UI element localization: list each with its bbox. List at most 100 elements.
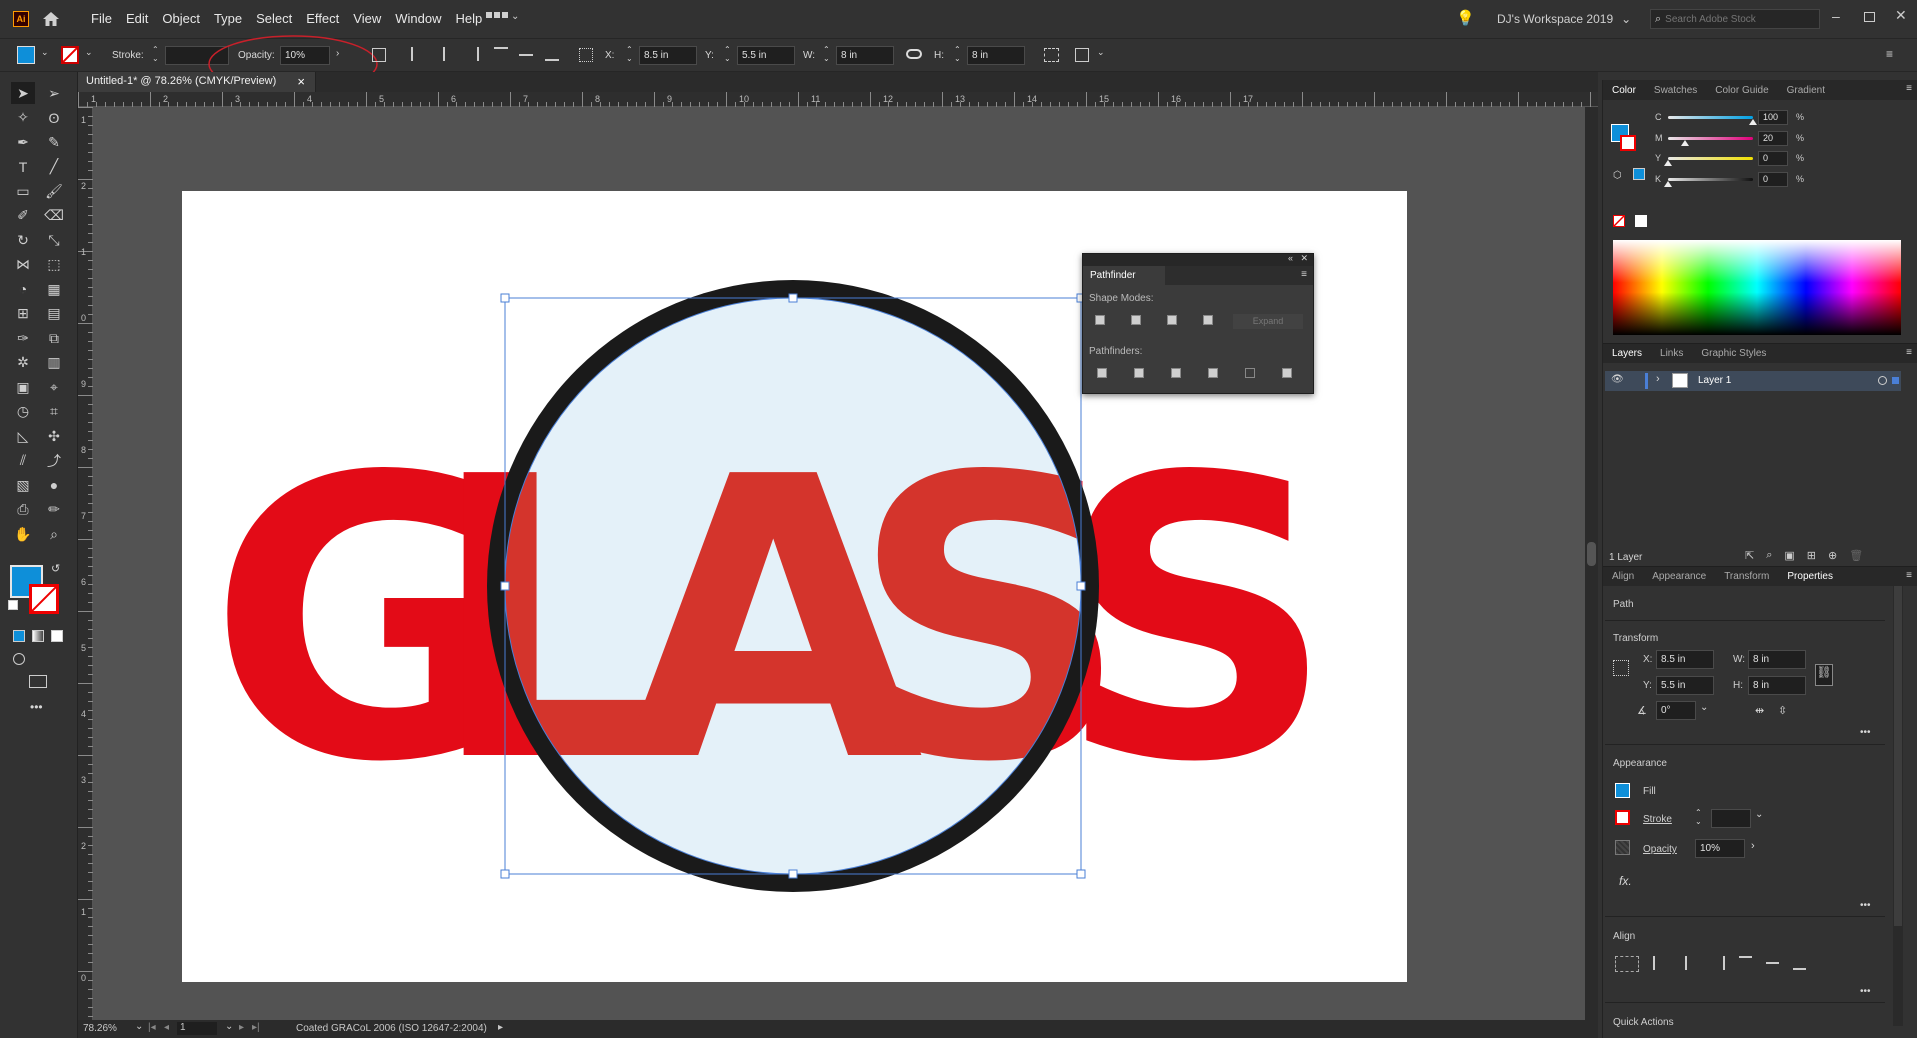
align-to-dropdown[interactable]	[1615, 956, 1639, 972]
chevron-down-icon[interactable]: ⌄	[1755, 809, 1763, 820]
chevron-down-icon[interactable]: ⌄	[1097, 47, 1105, 58]
slider-thumb[interactable]	[1749, 119, 1757, 125]
merge-button[interactable]	[1167, 364, 1185, 382]
stroke-weight-stepper[interactable]: ⌃ ⌄	[1695, 808, 1702, 826]
pathfinder-tab[interactable]: Pathfinder	[1083, 266, 1165, 285]
stroke-weight-stepper[interactable]: ⌃ ⌄	[152, 45, 159, 63]
menu-file[interactable]: File	[84, 11, 119, 26]
chart-tool-icon[interactable]: ▧	[11, 474, 35, 496]
rotate-view-tool-icon[interactable]: ◷	[11, 401, 35, 423]
draw-mode-icon[interactable]	[13, 653, 25, 665]
align-right-icon[interactable]	[465, 47, 479, 61]
white-swatch[interactable]	[1635, 215, 1647, 227]
eye-icon[interactable]: 👁	[1611, 374, 1624, 385]
slider-thumb[interactable]	[1681, 139, 1689, 146]
recolor-artwork-icon[interactable]	[372, 48, 386, 62]
channel-slider[interactable]	[1668, 177, 1753, 181]
link-icon[interactable]: ⛓	[1815, 664, 1833, 686]
symbol-sprayer-tool-icon[interactable]: ✲	[11, 352, 35, 374]
artboard-tool-icon[interactable]: ▣	[11, 376, 35, 398]
menu-select[interactable]: Select	[249, 11, 299, 26]
align-hcenter-icon[interactable]	[1685, 956, 1698, 970]
reshape-tool-icon[interactable]: ⤴	[42, 450, 66, 472]
more-options-icon[interactable]: •••	[1860, 727, 1871, 738]
y-field[interactable]: 5.5 in	[737, 46, 795, 65]
expand-button[interactable]: Expand	[1233, 314, 1303, 329]
new-layer-icon[interactable]: ⊕	[1828, 549, 1837, 562]
artwork[interactable]: GLASS GLASS	[93, 107, 1598, 1020]
close-icon[interactable]: ✕	[1300, 253, 1308, 264]
trim-button[interactable]	[1130, 364, 1148, 382]
screen-mode-icon[interactable]	[29, 675, 47, 688]
more-tools-icon[interactable]: •••	[30, 700, 43, 714]
fill-swatch[interactable]	[17, 46, 35, 64]
curvature-tool-icon[interactable]: ✎	[42, 131, 66, 153]
menu-window[interactable]: Window	[388, 11, 448, 26]
minus-back-button[interactable]	[1278, 364, 1296, 382]
panel-menu-icon[interactable]: ≡	[1906, 570, 1912, 581]
tab-properties[interactable]: Properties	[1778, 571, 1842, 582]
stroke-swatch[interactable]	[61, 46, 79, 64]
rectangle-tool-icon[interactable]: ▭	[11, 180, 35, 202]
close-button[interactable]: ✕	[1895, 7, 1907, 24]
slice-tool-icon[interactable]: ⌖	[42, 376, 66, 398]
minimize-button[interactable]: –	[1832, 8, 1840, 24]
vertical-scrollbar[interactable]	[1585, 107, 1598, 1020]
selection-tool-icon[interactable]: ➤	[11, 82, 35, 104]
color-spectrum[interactable]	[1613, 240, 1901, 335]
chevron-right-icon[interactable]: ▸	[498, 1022, 503, 1033]
pencil-tool-icon[interactable]: ✏	[42, 499, 66, 521]
prop-h-field[interactable]: 8 in	[1748, 676, 1806, 695]
document-tab[interactable]: Untitled-1* @ 78.26% (CMYK/Preview) ×	[78, 72, 316, 92]
export-icon[interactable]: ⇱	[1745, 549, 1754, 562]
clipping-mask-icon[interactable]: ▣	[1784, 549, 1794, 562]
chevron-right-icon[interactable]: ›	[1751, 840, 1755, 852]
print-tiling-tool-icon[interactable]: ⎙	[11, 499, 35, 521]
tab-appearance[interactable]: Appearance	[1643, 571, 1715, 582]
collapse-icon[interactable]: «	[1288, 253, 1293, 263]
align-bottom-icon[interactable]	[545, 47, 559, 61]
app-logo-icon[interactable]: Ai	[13, 11, 29, 27]
menu-view[interactable]: View	[346, 11, 388, 26]
stroke-weight-field[interactable]	[1711, 809, 1751, 828]
channel-slider[interactable]	[1668, 157, 1753, 160]
fill-swatch[interactable]	[1615, 783, 1630, 798]
rotate-tool-icon[interactable]: ↻	[11, 229, 35, 251]
slider-thumb[interactable]	[1664, 180, 1672, 187]
lasso-tool-icon[interactable]: ʘ	[42, 107, 66, 129]
shape-builder-tool-icon[interactable]: ◔	[11, 278, 35, 300]
panel-menu-icon[interactable]: ≡	[1906, 347, 1912, 358]
align-vcenter-icon[interactable]	[1766, 962, 1779, 976]
chevron-right-icon[interactable]: ›	[1656, 373, 1660, 385]
constrain-proportions-icon[interactable]	[906, 49, 922, 59]
channel-value-field[interactable]: 0	[1758, 171, 1788, 187]
fill-label[interactable]: Fill	[1643, 786, 1656, 797]
shear-tool-icon[interactable]: ⫽	[11, 450, 35, 472]
more-options-icon[interactable]: •••	[1860, 986, 1871, 997]
arrange-documents-icon[interactable]	[486, 12, 508, 18]
w-field[interactable]: 8 in	[836, 46, 894, 65]
exclude-button[interactable]	[1199, 311, 1217, 329]
menu-edit[interactable]: Edit	[119, 11, 155, 26]
search-input[interactable]	[1665, 13, 1806, 25]
x-stepper[interactable]: ⌃ ⌄	[626, 45, 633, 63]
type-tool-icon[interactable]: T	[11, 156, 35, 178]
none-mode-icon[interactable]	[51, 630, 63, 642]
paintbrush-tool-icon[interactable]: 🖌	[42, 180, 66, 202]
prop-w-field[interactable]: 8 in	[1748, 650, 1806, 669]
opacity-label[interactable]: Opacity	[1643, 844, 1677, 855]
tab-layers[interactable]: Layers	[1603, 348, 1651, 359]
prev-artboard-icon[interactable]: ◂	[164, 1022, 169, 1033]
stock-search[interactable]: ⌕	[1650, 9, 1820, 29]
tab-transform[interactable]: Transform	[1715, 571, 1778, 582]
align-left-icon[interactable]	[411, 47, 425, 61]
column-graph-tool-icon[interactable]: ▥	[42, 352, 66, 374]
rotation-field[interactable]: 0°	[1656, 701, 1696, 720]
pathfinder-titlebar[interactable]: « ✕	[1083, 253, 1313, 266]
chevron-down-icon[interactable]: ⌄	[511, 11, 519, 22]
gradient-mode-icon[interactable]	[32, 630, 44, 642]
opacity-icon[interactable]	[1615, 840, 1630, 855]
prop-y-field[interactable]: 5.5 in	[1656, 676, 1714, 695]
horizontal-ruler[interactable]: 1 2 3 4 5 6 7 8 9 10 11 12 13 14 15 16 17	[78, 92, 1598, 107]
home-icon[interactable]	[41, 9, 61, 29]
